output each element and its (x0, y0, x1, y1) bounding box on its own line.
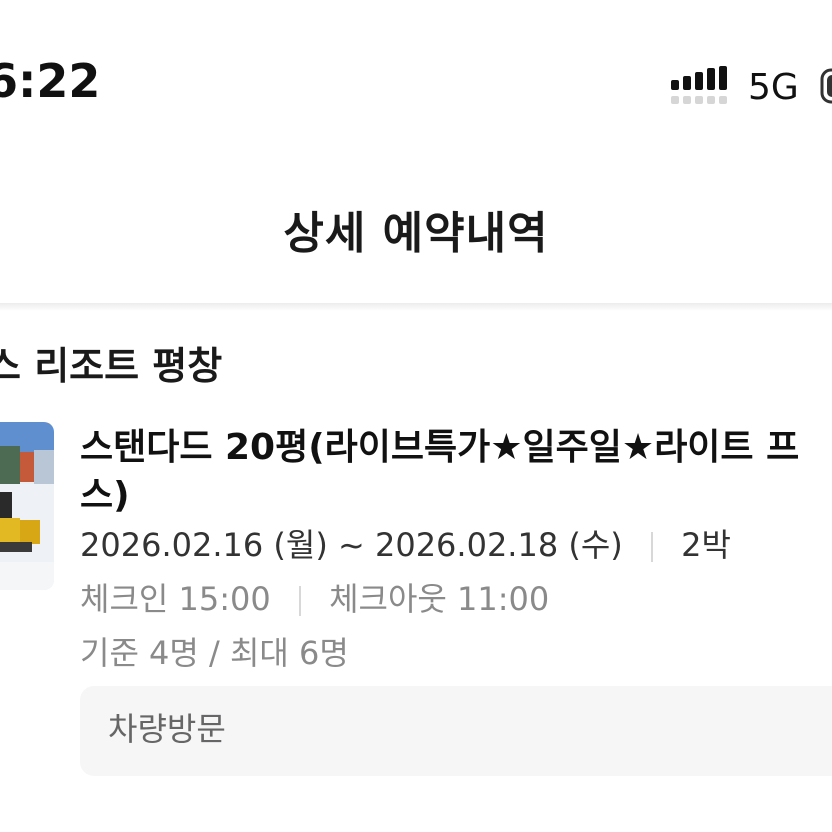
room-name-line2: 스) (80, 475, 130, 516)
room-thumbnail[interactable] (0, 422, 54, 590)
room-name: 스탠다드 20평(라이브특가★일주일★라이트 프 스) (80, 424, 832, 520)
divider (298, 586, 301, 616)
nights-count: 2박 (681, 526, 731, 564)
guest-capacity: 기준 4명 / 최대 6명 (80, 634, 349, 672)
status-time: 6:22 (0, 54, 101, 108)
cellular-signal-icon (671, 66, 727, 104)
visit-note-text: 차량방문 (108, 710, 226, 748)
stay-dates: 2026.02.16 (월) ~ 2026.02.18 (수) 2박 (80, 526, 731, 564)
divider (650, 532, 653, 562)
room-name-line1: 스탠다드 20평(라이브특가★일주일★라이트 프 (80, 427, 800, 468)
header-divider (0, 303, 832, 311)
check-out-time: 체크아웃 11:00 (329, 580, 550, 618)
resort-name: 스 리조트 평창 (0, 344, 223, 388)
date-separator: ~ (337, 526, 365, 564)
check-times: 체크인 15:00 체크아웃 11:00 (80, 580, 549, 618)
check-in-date: 2026.02.16 (월) (80, 526, 328, 564)
battery-icon (820, 68, 832, 104)
network-type-label: 5G (748, 67, 799, 108)
visit-note-box: 차량방문 (80, 686, 832, 776)
check-out-date: 2026.02.18 (수) (374, 526, 623, 564)
page-title: 상세 예약내역 (283, 208, 549, 259)
check-in-time: 체크인 15:00 (80, 580, 271, 618)
reservation-detail-screen: 6:22 5G 상세 예약내역 스 리조트 평창 스탠다드 20평(라이브특가★… (0, 0, 832, 832)
